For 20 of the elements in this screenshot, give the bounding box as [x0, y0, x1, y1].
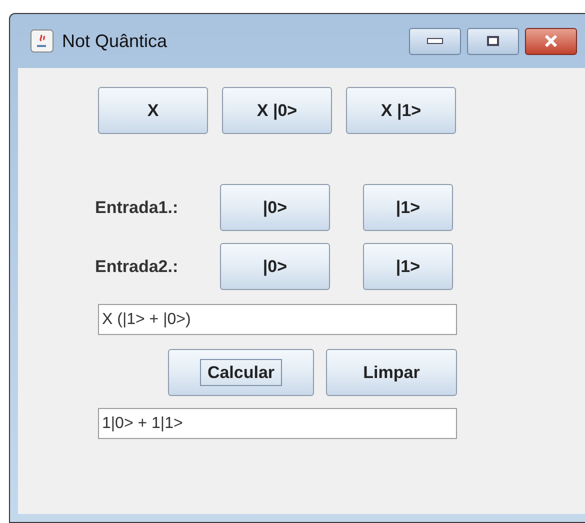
state-button[interactable]: |0> [220, 243, 330, 290]
minimize-button[interactable] [409, 28, 461, 54]
maximize-button[interactable] [467, 28, 519, 54]
close-icon [544, 35, 558, 47]
maximize-icon [487, 36, 499, 46]
input-label: Entrada2.: [95, 256, 180, 278]
expression-field[interactable]: X (|1> + |0>) [98, 304, 457, 335]
gate-button[interactable]: X [98, 87, 208, 134]
close-button[interactable] [525, 28, 577, 54]
gate-button[interactable]: X |1> [346, 87, 456, 134]
state-button[interactable]: |0> [220, 184, 330, 231]
action-button[interactable]: Calcular [168, 349, 314, 396]
input-label: Entrada1.: [95, 196, 180, 219]
state-button[interactable]: |1> [363, 184, 453, 231]
minimize-icon [427, 38, 443, 44]
action-button[interactable]: Limpar [326, 349, 457, 396]
result-field[interactable]: 1|0> + 1|1> [98, 408, 457, 439]
state-button[interactable]: |1> [363, 243, 453, 290]
gate-button[interactable]: X |0> [222, 87, 332, 134]
window-title: Not Quântica [62, 30, 168, 52]
